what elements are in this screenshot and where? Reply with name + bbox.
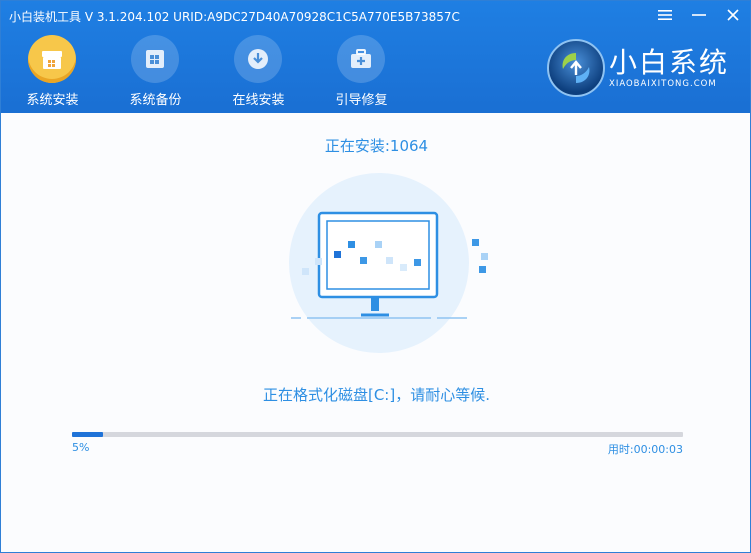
progress-bar: [72, 432, 683, 437]
nav-item-boot-repair[interactable]: 引导修复: [310, 31, 413, 113]
brand-subtitle: XIAOBAIXITONG.COM: [609, 79, 717, 89]
nav-item-system-backup[interactable]: 系统备份: [104, 31, 207, 113]
progress-bar-fill: [72, 432, 103, 437]
close-icon[interactable]: [722, 5, 744, 27]
window-controls: [654, 5, 744, 27]
installing-label: 正在安装:1064: [324, 137, 429, 155]
brand: 小白系统 XIAOBAIXITONG.COM: [547, 37, 732, 99]
progress-percent: 5%: [72, 441, 90, 454]
minimize-icon[interactable]: [688, 5, 710, 27]
elapsed-time: 用时:00:00:03: [607, 443, 683, 456]
app-window: 小白装机工具 V 3.1.204.102 URID:A9DC27D40A7092…: [0, 0, 751, 553]
online-install-icon: [234, 35, 282, 83]
main-nav: 系统安装 系统备份 在线安装 引导修复: [1, 31, 413, 113]
system-install-icon: [28, 35, 76, 83]
brand-name: 小白系统: [609, 46, 730, 79]
nav-item-label: 系统备份: [129, 93, 182, 108]
main-content: 正在安装:1064 正在格式化磁盘[C:]，请耐心等候. 5% 用时:00:00…: [1, 113, 750, 552]
status-text: 正在格式化磁盘[C:]，请耐心等候.: [262, 386, 490, 404]
system-backup-icon: [131, 35, 179, 83]
header: 小白装机工具 V 3.1.204.102 URID:A9DC27D40A7092…: [1, 1, 750, 113]
nav-item-label: 系统安装: [26, 93, 79, 108]
boot-repair-icon: [337, 35, 385, 83]
nav-item-label: 在线安装: [232, 93, 285, 108]
window-title: 小白装机工具 V 3.1.204.102 URID:A9DC27D40A7092…: [9, 10, 460, 24]
title-bar[interactable]: 小白装机工具 V 3.1.204.102 URID:A9DC27D40A7092…: [1, 1, 750, 31]
menu-icon[interactable]: [654, 5, 676, 27]
monitor-illustration: [289, 173, 488, 353]
nav-item-system-install[interactable]: 系统安装: [1, 31, 104, 113]
nav-item-online-install[interactable]: 在线安装: [207, 31, 310, 113]
nav-item-label: 引导修复: [335, 93, 388, 108]
brand-logo-icon: [547, 39, 605, 97]
